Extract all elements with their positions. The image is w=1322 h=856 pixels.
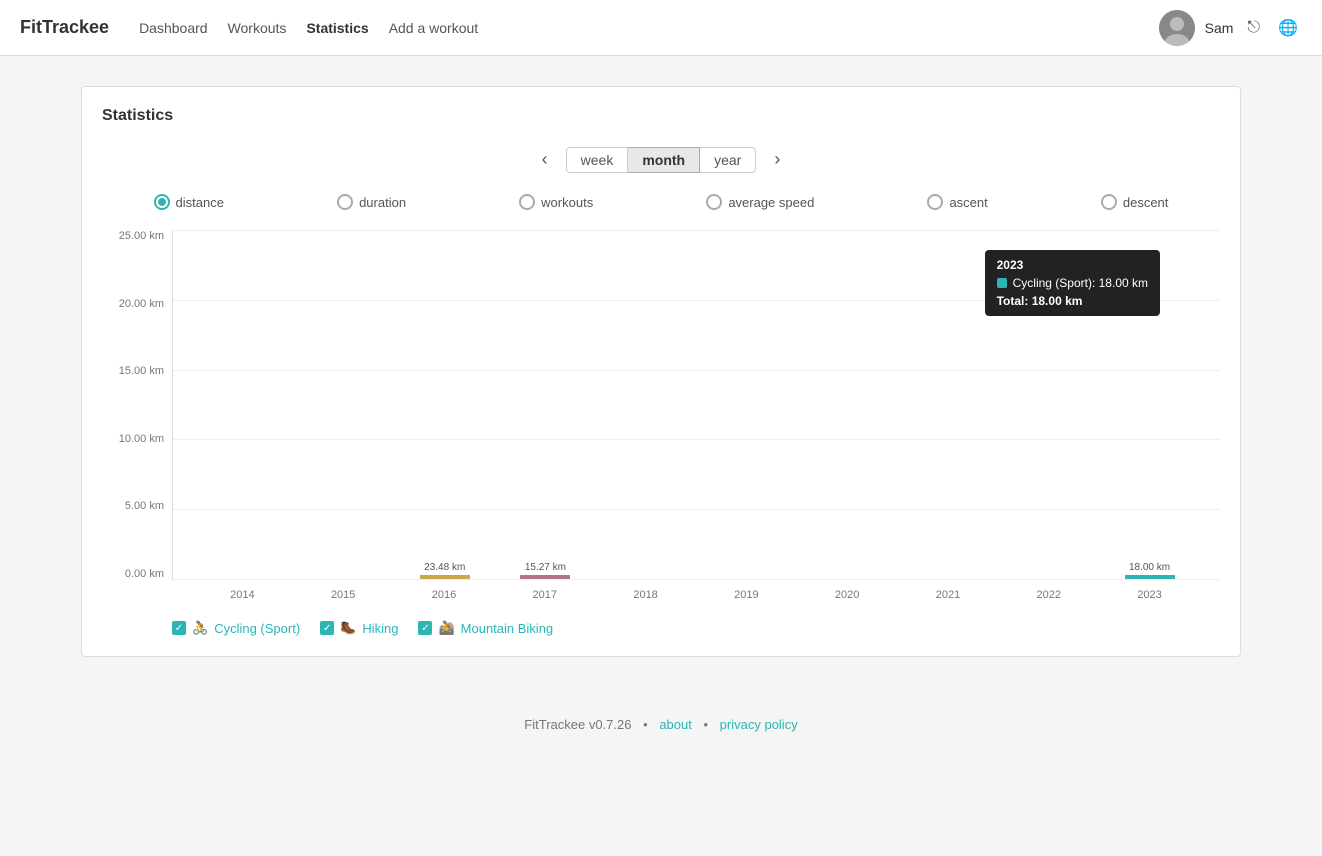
bar-group <box>218 563 268 579</box>
legend-cycling-label: Cycling (Sport) <box>214 621 300 636</box>
legend-hiking-icon: 🥾 <box>340 620 356 636</box>
time-nav: ‹ week month year › <box>102 145 1220 174</box>
footer-brand: FitTrackee <box>524 717 585 732</box>
settings-button[interactable]: 🌐 <box>1274 14 1302 42</box>
bar-group: 15.27 km <box>520 562 570 579</box>
bar-group: 18.00 km <box>1125 562 1175 579</box>
y-axis: 25.00 km 20.00 km 15.00 km 10.00 km 5.00… <box>102 230 172 580</box>
next-button[interactable]: › <box>766 145 788 174</box>
y-label-4: 20.00 km <box>119 298 164 310</box>
prev-button[interactable]: ‹ <box>534 145 556 174</box>
legend-mtb-label: Mountain Biking <box>461 621 554 636</box>
year-button[interactable]: year <box>700 147 756 173</box>
x-axis: 2014 2015 2016 2017 2018 2019 2020 2021 2022 2023 <box>172 580 1220 610</box>
radio-descent-circle <box>1101 194 1117 210</box>
bar-group <box>722 563 772 579</box>
legend-check-hiking: ✓ <box>320 621 334 635</box>
navbar: FitTrackee Dashboard Workouts Statistics… <box>0 0 1322 56</box>
metric-ascent[interactable]: ascent <box>927 194 987 210</box>
username: Sam <box>1205 20 1234 36</box>
bar-rect[interactable] <box>1125 575 1175 579</box>
nav-links: Dashboard Workouts Statistics Add a work… <box>139 16 1159 40</box>
footer-privacy-link[interactable]: privacy policy <box>720 717 798 732</box>
x-label: 2018 <box>621 589 671 601</box>
bar-group <box>1024 563 1074 579</box>
avatar <box>1159 10 1195 46</box>
nav-dashboard[interactable]: Dashboard <box>139 16 208 40</box>
chart-plot: 23.48 km15.27 km18.00 km 2023 Cycling (S… <box>172 230 1220 580</box>
y-label-2: 10.00 km <box>119 433 164 445</box>
x-label: 2016 <box>419 589 469 601</box>
navbar-right: Sam ⎋ 🌐 <box>1159 10 1302 46</box>
footer-dot-1: • <box>643 717 648 732</box>
metric-radios: distance duration workouts average speed… <box>102 194 1220 210</box>
legend-check-cycling: ✓ <box>172 621 186 635</box>
metric-ascent-label: ascent <box>949 195 987 210</box>
footer-about-link[interactable]: about <box>659 717 692 732</box>
footer-dot-2: • <box>703 717 708 732</box>
bar-rect[interactable] <box>420 575 470 579</box>
metric-descent-label: descent <box>1123 195 1169 210</box>
bars-container: 23.48 km 15.27 km 18.00 km <box>173 230 1220 579</box>
x-label: 2014 <box>217 589 267 601</box>
nav-add-workout[interactable]: Add a workout <box>389 16 479 40</box>
radio-duration-circle <box>337 194 353 210</box>
y-label-3: 15.00 km <box>119 365 164 377</box>
logout-button[interactable]: ⎋ <box>1243 15 1264 41</box>
x-label: 2015 <box>318 589 368 601</box>
metric-workouts-label: workouts <box>541 195 593 210</box>
time-buttons: week month year <box>566 147 757 173</box>
legend-cycling[interactable]: ✓ 🚴 Cycling (Sport) <box>172 620 300 636</box>
chart-wrapper: 25.00 km 20.00 km 15.00 km 10.00 km 5.00… <box>102 230 1220 610</box>
radio-avgspeed-circle <box>706 194 722 210</box>
metric-duration-label: duration <box>359 195 406 210</box>
x-label: 2017 <box>520 589 570 601</box>
month-button[interactable]: month <box>628 147 700 173</box>
radio-ascent-circle <box>927 194 943 210</box>
legend-hiking-label: Hiking <box>362 621 398 636</box>
bar-group <box>621 563 671 579</box>
footer: FitTrackee v0.7.26 • about • privacy pol… <box>0 687 1322 762</box>
x-label: 2022 <box>1024 589 1074 601</box>
legend-hiking[interactable]: ✓ 🥾 Hiking <box>320 620 398 636</box>
x-label: 2020 <box>822 589 872 601</box>
x-label: 2019 <box>721 589 771 601</box>
brand-logo[interactable]: FitTrackee <box>20 17 109 38</box>
bar-rect[interactable] <box>520 575 570 579</box>
legend-mtb-icon: 🚵 <box>438 620 454 636</box>
radio-distance-circle <box>154 194 170 210</box>
footer-version: v0.7.26 <box>589 717 632 732</box>
nav-statistics[interactable]: Statistics <box>306 16 368 40</box>
x-label: 2023 <box>1125 589 1175 601</box>
main-content: Statistics ‹ week month year › distance … <box>61 86 1261 657</box>
stats-title: Statistics <box>102 107 1220 125</box>
radio-workouts-circle <box>519 194 535 210</box>
bar-label-top: 15.27 km <box>525 562 566 573</box>
legend: ✓ 🚴 Cycling (Sport) ✓ 🥾 Hiking ✓ 🚵 Mount… <box>102 620 1220 636</box>
y-label-1: 5.00 km <box>125 500 164 512</box>
chart-area: 25.00 km 20.00 km 15.00 km 10.00 km 5.00… <box>102 230 1220 610</box>
y-label-5: 25.00 km <box>119 230 164 242</box>
nav-workouts[interactable]: Workouts <box>228 16 287 40</box>
metric-avgspeed-label: average speed <box>728 195 814 210</box>
metric-distance-label: distance <box>176 195 224 210</box>
metric-duration[interactable]: duration <box>337 194 406 210</box>
y-label-0: 0.00 km <box>125 568 164 580</box>
bar-group <box>923 563 973 579</box>
metric-workouts[interactable]: workouts <box>519 194 593 210</box>
week-button[interactable]: week <box>566 147 629 173</box>
bar-label-top: 23.48 km <box>424 562 465 573</box>
bar-group <box>319 563 369 579</box>
metric-distance[interactable]: distance <box>154 194 224 210</box>
metric-descent[interactable]: descent <box>1101 194 1169 210</box>
legend-cycling-icon: 🚴 <box>192 620 208 636</box>
legend-check-mtb: ✓ <box>418 621 432 635</box>
metric-avg-speed[interactable]: average speed <box>706 194 814 210</box>
bar-group: 23.48 km <box>420 562 470 579</box>
x-label: 2021 <box>923 589 973 601</box>
legend-mtb[interactable]: ✓ 🚵 Mountain Biking <box>418 620 553 636</box>
stats-card: Statistics ‹ week month year › distance … <box>81 86 1241 657</box>
bar-group <box>822 563 872 579</box>
bar-label-top: 18.00 km <box>1129 562 1170 573</box>
